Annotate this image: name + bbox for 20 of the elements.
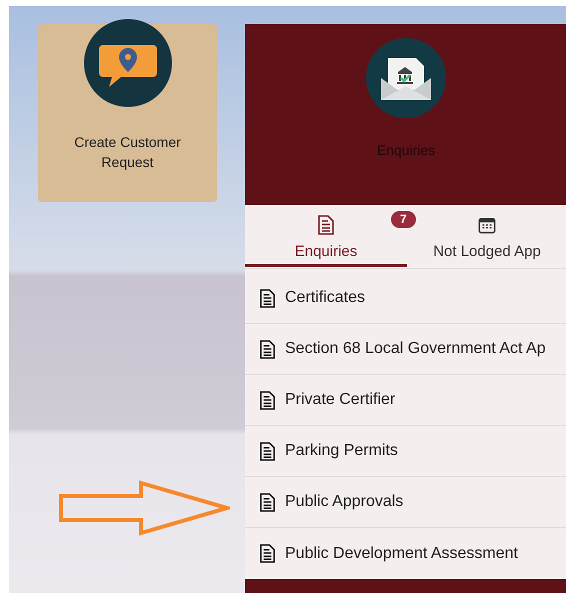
calendar-icon [478, 215, 496, 235]
document-icon [259, 390, 276, 410]
tile-label[interactable]: Create Customer Request [62, 132, 192, 172]
list-item[interactable]: Public Development Assessment [245, 528, 566, 579]
list-item[interactable]: Parking Permits [245, 426, 566, 477]
panel-title: Enquiries [376, 141, 436, 160]
document-icon [259, 340, 276, 358]
arrow-icon [58, 480, 230, 536]
count-badge: 7 [391, 211, 416, 228]
location-chat-icon [82, 18, 172, 108]
document-icon [317, 215, 335, 235]
list-item[interactable]: Private Certifier [245, 375, 566, 426]
envelope-icon [366, 38, 446, 118]
document-icon [259, 288, 276, 308]
list-item[interactable]: Certificates [245, 273, 566, 324]
document-icon [259, 492, 276, 512]
document-icon [259, 442, 276, 460]
list-item[interactable]: Public Approvals [245, 477, 566, 528]
list-item[interactable]: Section 68 Local Government Act Ap [245, 324, 566, 375]
document-icon [259, 544, 276, 563]
